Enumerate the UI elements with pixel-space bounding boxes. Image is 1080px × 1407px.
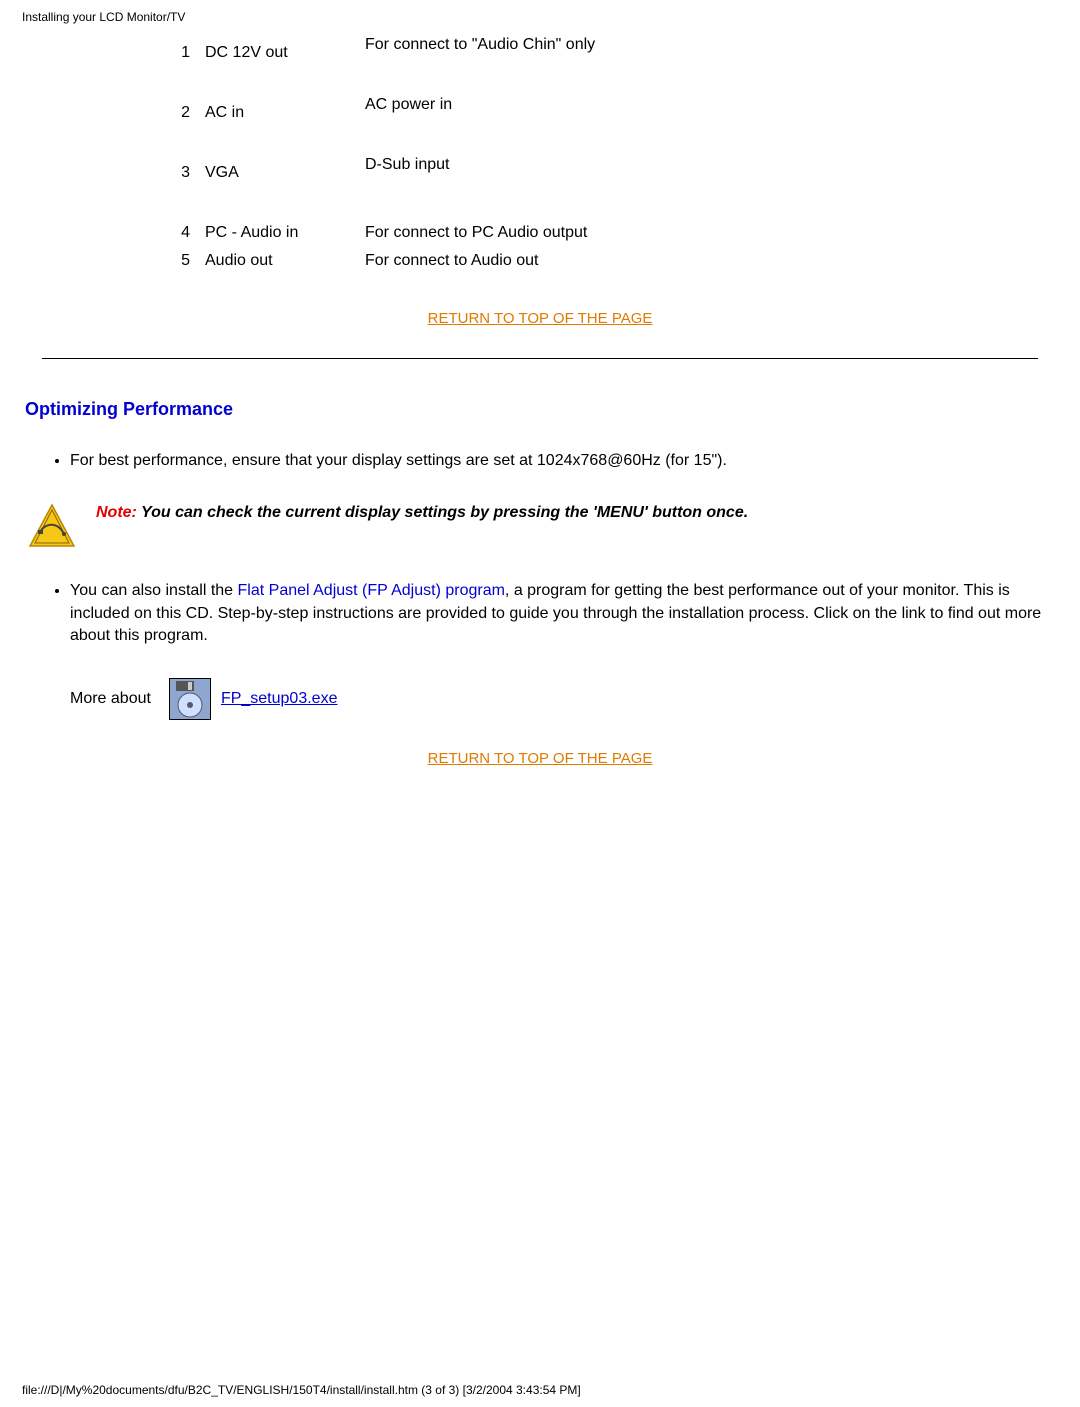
table-row: 2 AC in AC power in (150, 104, 1080, 164)
table-row: 1 DC 12V out For connect to "Audio Chin"… (150, 44, 1080, 104)
conn-desc: D-Sub input (365, 156, 705, 174)
conn-label: DC 12V out (205, 44, 365, 62)
page-title: Installing your LCD Monitor/TV (22, 10, 1080, 24)
conn-label: AC in (205, 104, 365, 122)
note-text: Note: You can check the current display … (96, 502, 1055, 524)
return-to-top-link[interactable]: RETURN TO TOP OF THE PAGE (428, 310, 653, 327)
note-prefix: Note: (96, 504, 141, 521)
conn-label: PC - Audio in (205, 224, 365, 242)
divider (42, 358, 1038, 359)
table-row: 5 Audio out For connect to Audio out (150, 252, 1080, 280)
bullet2-pre: You can also install the (70, 582, 238, 599)
conn-desc: For connect to "Audio Chin" only (365, 36, 705, 54)
conn-num: 1 (150, 44, 205, 62)
conn-label: VGA (205, 164, 365, 182)
table-row: 4 PC - Audio in For connect to PC Audio … (150, 224, 1080, 252)
conn-label: Audio out (205, 252, 365, 270)
conn-desc: AC power in (365, 96, 705, 114)
list-item: For best performance, ensure that your d… (70, 450, 1055, 472)
conn-desc: For connect to Audio out (365, 252, 705, 270)
table-row: 3 VGA D-Sub input (150, 164, 1080, 224)
return-to-top-link[interactable]: RETURN TO TOP OF THE PAGE (428, 750, 653, 767)
conn-num: 4 (150, 224, 205, 242)
conn-desc: For connect to PC Audio output (365, 224, 705, 242)
bullet-list: You can also install the Flat Panel Adju… (45, 580, 1055, 647)
conn-num: 2 (150, 104, 205, 122)
connections-table: 1 DC 12V out For connect to "Audio Chin"… (150, 44, 1080, 280)
conn-num: 5 (150, 252, 205, 270)
section-heading: Optimizing Performance (25, 399, 1080, 420)
more-about-row: More about FP_setup03.exe (70, 678, 1080, 720)
fp-setup-link[interactable]: FP_setup03.exe (221, 690, 338, 708)
warning-icon (28, 502, 76, 550)
conn-num: 3 (150, 164, 205, 182)
list-item: You can also install the Flat Panel Adju… (70, 580, 1055, 647)
fp-adjust-link[interactable]: Flat Panel Adjust (FP Adjust) program (238, 582, 505, 599)
footer-path: file:///D|/My%20documents/dfu/B2C_TV/ENG… (22, 1383, 581, 1397)
note-callout: Note: You can check the current display … (25, 502, 1055, 550)
note-body: You can check the current display settin… (141, 504, 748, 521)
bullet-list: For best performance, ensure that your d… (45, 450, 1055, 472)
floppy-disk-icon (169, 678, 211, 720)
more-about-label: More about (70, 690, 151, 708)
